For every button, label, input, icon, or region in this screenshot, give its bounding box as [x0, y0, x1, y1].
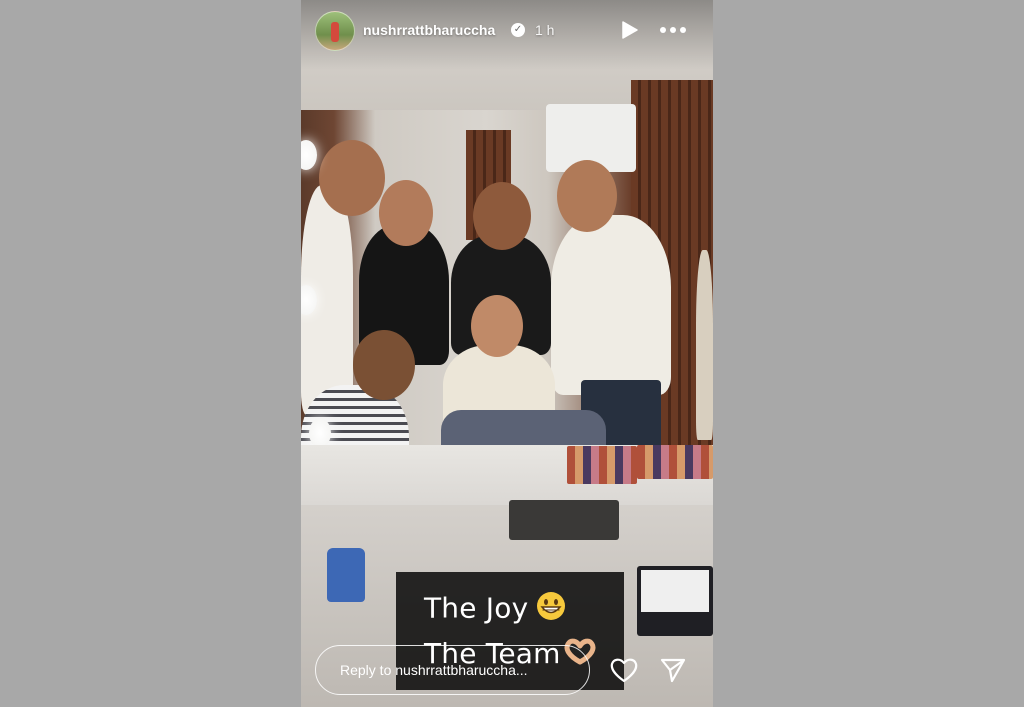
story-header: nushrrattbharuccha ✓ 1 h	[301, 10, 713, 52]
send-icon[interactable]	[659, 656, 687, 684]
person-edge	[696, 250, 713, 440]
mirror-bulb	[309, 418, 331, 448]
username[interactable]: nushrrattbharuccha	[363, 22, 495, 38]
page: nushrrattbharuccha ✓ 1 h The Joy The Tea…	[0, 0, 1024, 707]
profile-avatar[interactable]	[315, 11, 355, 51]
caption-line-1-text: The Joy	[424, 591, 529, 625]
heart-icon[interactable]	[609, 656, 639, 684]
eyeshadow-palette	[567, 446, 637, 484]
play-icon[interactable]	[619, 20, 639, 40]
person-selfie-head	[379, 180, 433, 246]
person-makeup-artist-head	[353, 330, 415, 400]
person-back-head	[473, 182, 531, 250]
person-left-head	[319, 140, 385, 216]
verified-badge-icon: ✓	[511, 23, 525, 37]
eyeshadow-palette	[637, 445, 713, 479]
person-right-head	[557, 160, 617, 232]
story-timestamp: 1 h	[535, 22, 555, 38]
cream-jar	[327, 548, 365, 602]
power-outlet	[509, 500, 619, 540]
reply-input[interactable]: Reply to nushrrattbharuccha...	[315, 645, 590, 695]
person-right	[551, 215, 671, 395]
grinning-face-emoji-icon	[536, 591, 566, 628]
story-viewer[interactable]: nushrrattbharuccha ✓ 1 h The Joy The Tea…	[301, 0, 713, 707]
person-seated-head	[471, 295, 523, 357]
palette-tray	[637, 566, 713, 636]
more-horizontal-icon[interactable]	[658, 20, 688, 40]
caption-line-1: The Joy	[424, 591, 566, 628]
